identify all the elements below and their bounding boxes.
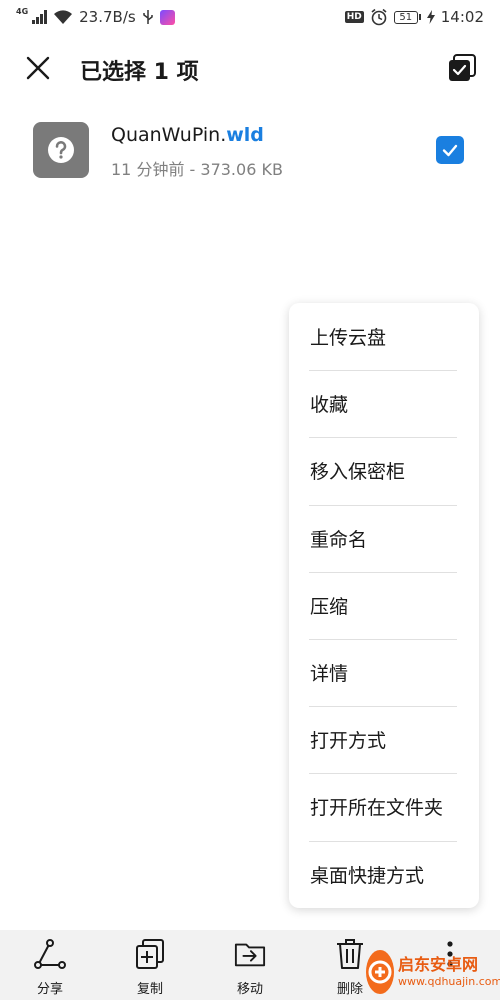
menu-item-desktop-shortcut[interactable]: 桌面快捷方式 [289, 840, 479, 908]
unknown-file-icon [33, 122, 89, 178]
file-meta: 11 分钟前 - 373.06 KB [111, 160, 283, 179]
move-label: 移动 [236, 982, 263, 997]
file-name: QuanWuPin.wld [111, 124, 264, 146]
select-all-button[interactable] [444, 50, 480, 86]
status-bar: 4G 23.7B/s HD 51 14:02 [0, 0, 500, 34]
battery-icon: 51 [393, 10, 421, 24]
menu-item-rename[interactable]: 重命名 [289, 504, 479, 572]
menu-item-details[interactable]: 详情 [289, 638, 479, 706]
close-button[interactable] [18, 48, 58, 88]
signal-icon [32, 10, 48, 24]
battery-level: 51 [393, 10, 418, 24]
page-title: 已选择 1 项 [80, 60, 199, 85]
menu-item-move-to-safe[interactable]: 移入保密柜 [289, 437, 479, 504]
charging-icon [426, 10, 435, 24]
clock: 14:02 [440, 8, 484, 26]
watermark-url: www.qdhuajin.com [398, 975, 500, 988]
alarm-icon [371, 8, 387, 26]
menu-item-upload-cloud[interactable]: 上传云盘 [289, 303, 479, 370]
network-type: 4G [16, 7, 29, 16]
app-notification-icon [159, 9, 175, 25]
selection-header: 已选择 1 项 [0, 40, 500, 96]
file-extension: wld [226, 124, 264, 146]
menu-item-compress[interactable]: 压缩 [289, 571, 479, 639]
usb-icon [142, 10, 153, 24]
menu-item-open-with[interactable]: 打开方式 [289, 706, 479, 773]
network-speed: 23.7B/s [79, 8, 136, 26]
share-button[interactable]: 分享 [0, 930, 100, 1000]
copy-label: 复制 [136, 982, 163, 997]
file-name-base: QuanWuPin. [111, 124, 227, 146]
trash-icon [334, 938, 366, 970]
select-all-icon [449, 54, 476, 81]
watermark-logo-icon [366, 950, 394, 994]
share-icon [34, 938, 66, 970]
move-button[interactable]: 移动 [200, 930, 300, 1000]
more-options-menu: 上传云盘 收藏 移入保密柜 重命名 压缩 详情 打开方式 打开所在文件夹 桌面快… [289, 303, 479, 908]
hd-icon: HD [344, 11, 364, 23]
menu-item-open-folder[interactable]: 打开所在文件夹 [289, 773, 479, 840]
checkmark-icon [442, 144, 458, 157]
watermark-title: 启东安卓网 [398, 955, 479, 974]
copy-icon [134, 938, 166, 970]
wifi-icon [54, 10, 73, 24]
site-watermark: 启东安卓网 www.qdhuajin.com [366, 946, 500, 998]
menu-item-favorite[interactable]: 收藏 [289, 370, 479, 437]
close-icon [26, 56, 50, 80]
share-label: 分享 [36, 982, 63, 997]
file-list-item[interactable]: QuanWuPin.wld 11 分钟前 - 373.06 KB [0, 112, 500, 188]
file-checkbox[interactable] [436, 136, 464, 164]
move-to-folder-icon [234, 938, 266, 970]
copy-button[interactable]: 复制 [100, 930, 200, 1000]
